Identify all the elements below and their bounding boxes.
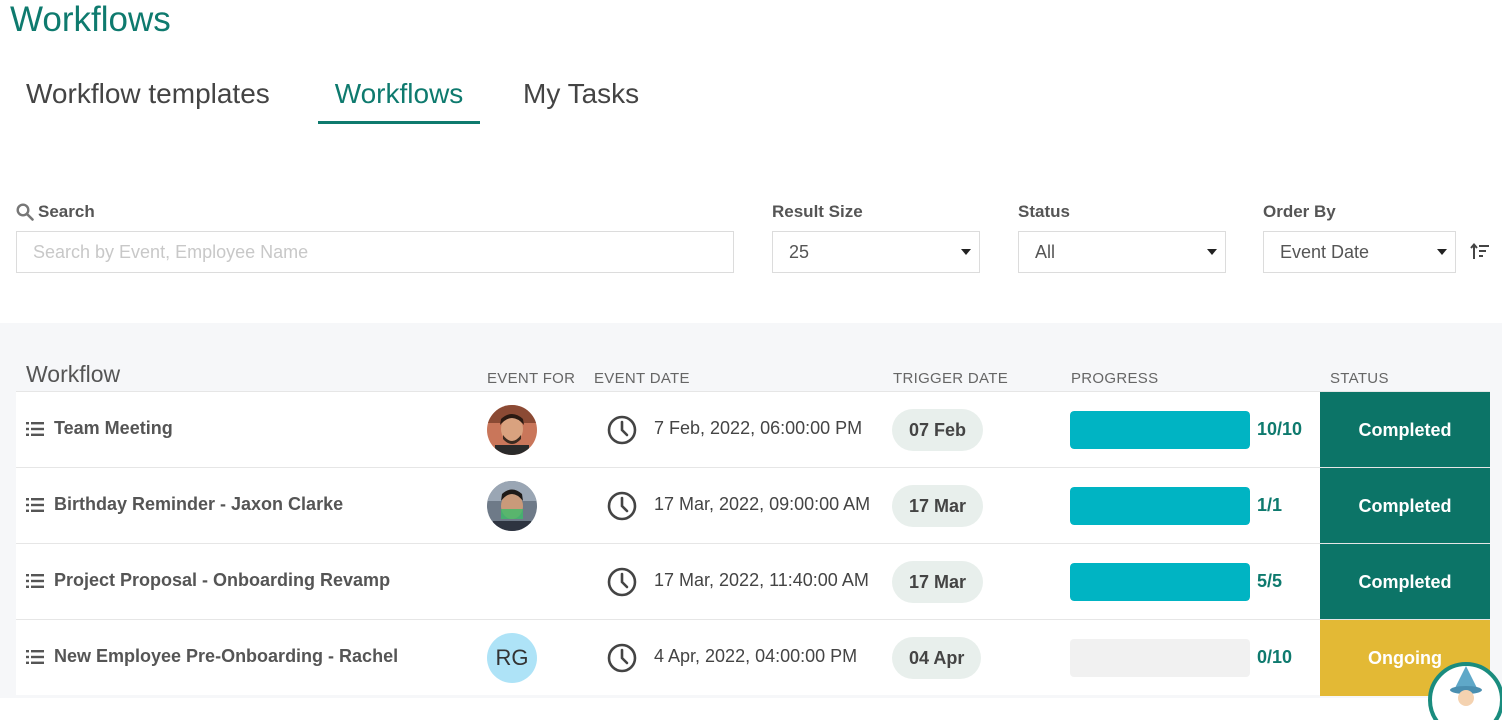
clock-icon bbox=[607, 491, 637, 521]
order-by-select[interactable]: Event Date bbox=[1263, 231, 1456, 273]
list-icon bbox=[26, 650, 44, 664]
tab-bar: Workflow templates Workflows My Tasks bbox=[0, 72, 700, 124]
table-row[interactable]: Birthday Reminder - Jaxon Clarke 17 Mar,… bbox=[16, 467, 1490, 544]
progress-fill bbox=[1070, 411, 1250, 449]
avatar bbox=[487, 405, 537, 455]
trigger-date-badge: 07 Feb bbox=[892, 409, 984, 451]
header-event-date[interactable]: EVENT DATE bbox=[594, 370, 690, 387]
event-date: 17 Mar, 2022, 09:00:00 AM bbox=[654, 494, 871, 514]
avatar: RG bbox=[487, 633, 537, 683]
workflow-name[interactable]: Project Proposal - Onboarding Revamp bbox=[54, 570, 390, 591]
status-label: Status bbox=[1018, 202, 1070, 221]
progress-count: 10/10 bbox=[1257, 419, 1303, 439]
trigger-date-badge: 17 Mar bbox=[892, 485, 984, 527]
progress-bar bbox=[1070, 639, 1250, 677]
workflow-name[interactable]: New Employee Pre-Onboarding - Rachel bbox=[54, 646, 398, 667]
status-select[interactable]: All bbox=[1018, 231, 1226, 273]
progress-fill bbox=[1070, 487, 1250, 525]
workflow-name[interactable]: Team Meeting bbox=[54, 418, 173, 439]
chevron-down-icon bbox=[1437, 249, 1447, 255]
clock-icon bbox=[607, 643, 637, 673]
search-input[interactable] bbox=[33, 232, 733, 273]
clock-icon bbox=[607, 415, 637, 445]
header-progress: PROGRESS bbox=[1071, 370, 1159, 387]
status-badge: Completed bbox=[1320, 392, 1490, 468]
trigger-date-badge: 04 Apr bbox=[892, 637, 982, 679]
chevron-down-icon bbox=[961, 249, 971, 255]
order-by-value: Event Date bbox=[1280, 242, 1370, 262]
header-workflow: Workflow bbox=[26, 361, 121, 387]
progress-bar bbox=[1070, 487, 1250, 525]
search-field[interactable] bbox=[16, 231, 734, 273]
event-date: 4 Apr, 2022, 04:00:00 PM bbox=[654, 646, 858, 666]
progress-bar bbox=[1070, 563, 1250, 601]
progress-count: 0/10 bbox=[1257, 647, 1293, 667]
header-event-for: EVENT FOR bbox=[487, 370, 576, 387]
tab-workflows[interactable]: Workflows bbox=[318, 72, 480, 116]
list-icon bbox=[26, 574, 44, 588]
order-by-label: Order By bbox=[1263, 202, 1336, 221]
workflow-name[interactable]: Birthday Reminder - Jaxon Clarke bbox=[54, 494, 343, 515]
tab-workflow-templates[interactable]: Workflow templates bbox=[26, 72, 270, 116]
progress-count: 1/1 bbox=[1257, 495, 1283, 515]
status-value: All bbox=[1035, 242, 1056, 262]
tab-my-tasks[interactable]: My Tasks bbox=[523, 72, 639, 116]
status-badge: Completed bbox=[1320, 468, 1490, 544]
progress-bar bbox=[1070, 411, 1250, 449]
assistant-mascot-icon[interactable] bbox=[1428, 660, 1502, 720]
table-row[interactable]: New Employee Pre-Onboarding - Rachel RG … bbox=[16, 619, 1490, 696]
search-label-text: Search bbox=[38, 202, 95, 221]
trigger-date-badge: 17 Mar bbox=[892, 561, 984, 603]
sort-icon[interactable] bbox=[1470, 242, 1490, 262]
search-icon bbox=[16, 203, 34, 221]
progress-count: 5/5 bbox=[1257, 571, 1283, 591]
progress-fill bbox=[1070, 563, 1250, 601]
event-date: 17 Mar, 2022, 11:40:00 AM bbox=[654, 570, 869, 590]
result-size-select[interactable]: 25 bbox=[772, 231, 980, 273]
table-row[interactable]: Project Proposal - Onboarding Revamp 17 … bbox=[16, 543, 1490, 620]
result-size-label: Result Size bbox=[772, 202, 863, 221]
page-title: Workflows bbox=[10, 0, 171, 39]
result-size-value: 25 bbox=[789, 242, 810, 262]
header-status: STATUS bbox=[1330, 370, 1389, 387]
list-icon bbox=[26, 422, 44, 436]
chevron-down-icon bbox=[1207, 249, 1217, 255]
clock-icon bbox=[607, 567, 637, 597]
header-trigger-date[interactable]: TRIGGER DATE bbox=[893, 370, 1008, 387]
event-date: 7 Feb, 2022, 06:00:00 PM bbox=[654, 418, 863, 438]
avatar bbox=[487, 481, 537, 531]
table-row[interactable]: Team Meeting 7 Feb, 2022, 06:00:00 PM 07… bbox=[16, 391, 1490, 468]
status-badge: Completed bbox=[1320, 544, 1490, 620]
search-label: Search bbox=[16, 202, 95, 222]
list-icon bbox=[26, 498, 44, 512]
active-tab-indicator bbox=[318, 121, 480, 124]
